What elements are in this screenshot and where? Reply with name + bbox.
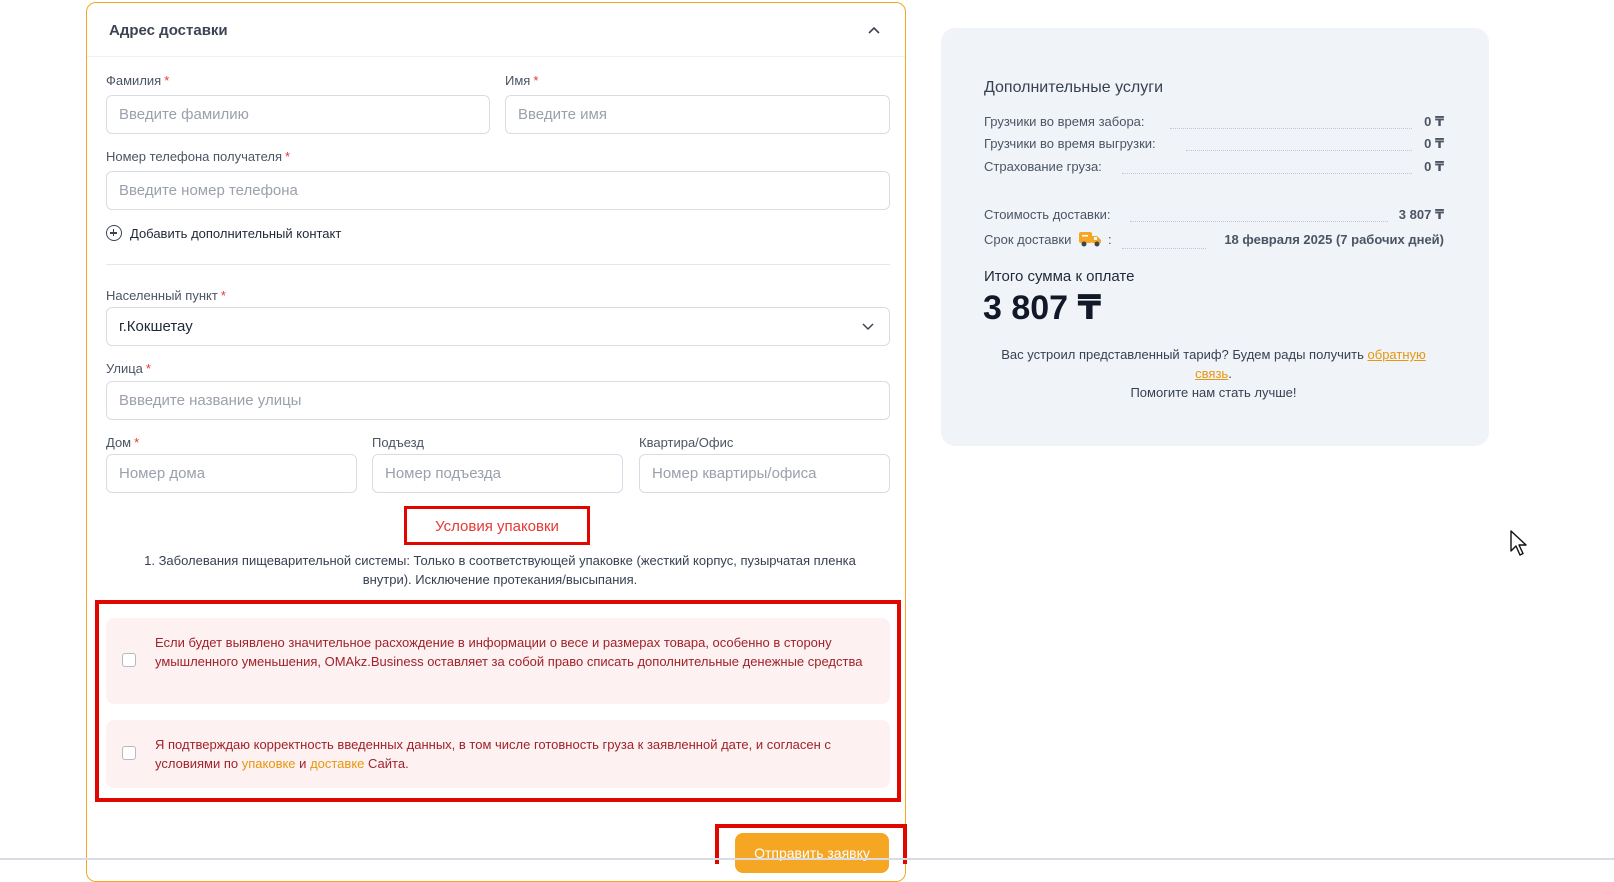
service-value: 0 ₸ bbox=[1424, 114, 1444, 129]
weight-notice-agreement[interactable]: Если будет выявлено значительное расхожд… bbox=[106, 618, 890, 704]
delivery-link[interactable]: доставке bbox=[310, 756, 364, 771]
chevron-down-icon[interactable] bbox=[862, 320, 874, 332]
total-label: Итого сумма к оплате bbox=[984, 268, 1135, 285]
packaging-conditions-box: Условия упаковки bbox=[404, 506, 590, 545]
city-select[interactable]: г.Кокшетау bbox=[106, 307, 890, 346]
chevron-up-icon[interactable] bbox=[867, 23, 881, 37]
house-input[interactable]: Номер дома bbox=[106, 454, 357, 493]
service-label: Страхование груза: bbox=[984, 159, 1102, 174]
confirm-checkbox[interactable] bbox=[122, 746, 136, 760]
last-name-label: Фамилия * bbox=[106, 73, 170, 88]
dotted-leader bbox=[1122, 173, 1412, 174]
service-label: Грузчики во время выгрузки: bbox=[984, 136, 1156, 151]
dotted-leader bbox=[1122, 248, 1206, 249]
first-name-label: Имя * bbox=[505, 73, 539, 88]
first-name-input[interactable]: Введите имя bbox=[505, 95, 890, 134]
street-input[interactable]: Ввведите название улицы bbox=[106, 381, 890, 420]
packaging-title: Условия упаковки bbox=[435, 518, 559, 535]
delivery-time-label: Срок доставки bbox=[984, 232, 1072, 247]
plus-circle-icon bbox=[106, 225, 122, 241]
weight-notice-checkbox[interactable] bbox=[122, 653, 136, 667]
card-header[interactable]: Адрес доставки bbox=[87, 3, 905, 57]
phone-label: Номер телефона получателя * bbox=[106, 149, 291, 164]
city-label: Населенный пункт * bbox=[106, 288, 226, 303]
divider bbox=[106, 264, 890, 265]
phone-input[interactable]: Введите номер телефона bbox=[106, 171, 890, 210]
service-value: 0 ₸ bbox=[1424, 159, 1444, 174]
apartment-label: Квартира/Офис bbox=[639, 435, 734, 450]
weight-notice-text: Если будет выявлено значительное расхожд… bbox=[155, 635, 863, 669]
submit-button[interactable]: Отправить заявку bbox=[735, 833, 889, 873]
total-value: 3 807 ₸ bbox=[983, 289, 1102, 327]
entrance-label: Подъезд bbox=[372, 435, 424, 450]
card-title: Адрес доставки bbox=[109, 22, 228, 39]
delivery-cost-label: Стоимость доставки: bbox=[984, 207, 1111, 222]
dotted-leader bbox=[1130, 221, 1388, 222]
mouse-cursor-icon bbox=[1510, 530, 1527, 556]
packaging-link[interactable]: упаковке bbox=[242, 756, 296, 771]
service-value: 0 ₸ bbox=[1424, 136, 1444, 151]
last-name-input[interactable]: Введите фамилию bbox=[106, 95, 490, 134]
house-label: Дом * bbox=[106, 435, 140, 450]
truck-icon bbox=[1079, 232, 1101, 247]
dotted-leader bbox=[1170, 128, 1412, 129]
packaging-text: 1. Заболевания пищеварительной системы: … bbox=[144, 553, 856, 587]
delivery-cost-value: 3 807 ₸ bbox=[1398, 207, 1444, 222]
dotted-leader bbox=[1186, 150, 1412, 151]
confirm-agreement[interactable]: Я подтверждаю корректность введенных дан… bbox=[106, 720, 890, 788]
delivery-time-colon: : bbox=[1108, 232, 1112, 247]
apartment-input[interactable]: Номер квартиры/офиса bbox=[639, 454, 890, 493]
additional-services-title: Дополнительные услуги bbox=[984, 79, 1164, 96]
feedback-text: Вас устроил представленный тариф? Будем … bbox=[1001, 347, 1426, 400]
add-contact-label: Добавить дополнительный контакт bbox=[130, 226, 342, 241]
service-label: Грузчики во время забора: bbox=[984, 114, 1145, 129]
confirm-text: Я подтверждаю корректность введенных дан… bbox=[155, 737, 831, 771]
street-label: Улица * bbox=[106, 361, 151, 376]
delivery-time-value: 18 февраля 2025 (7 рабочих дней) bbox=[1224, 232, 1444, 247]
entrance-input[interactable]: Номер подъезда bbox=[372, 454, 623, 493]
